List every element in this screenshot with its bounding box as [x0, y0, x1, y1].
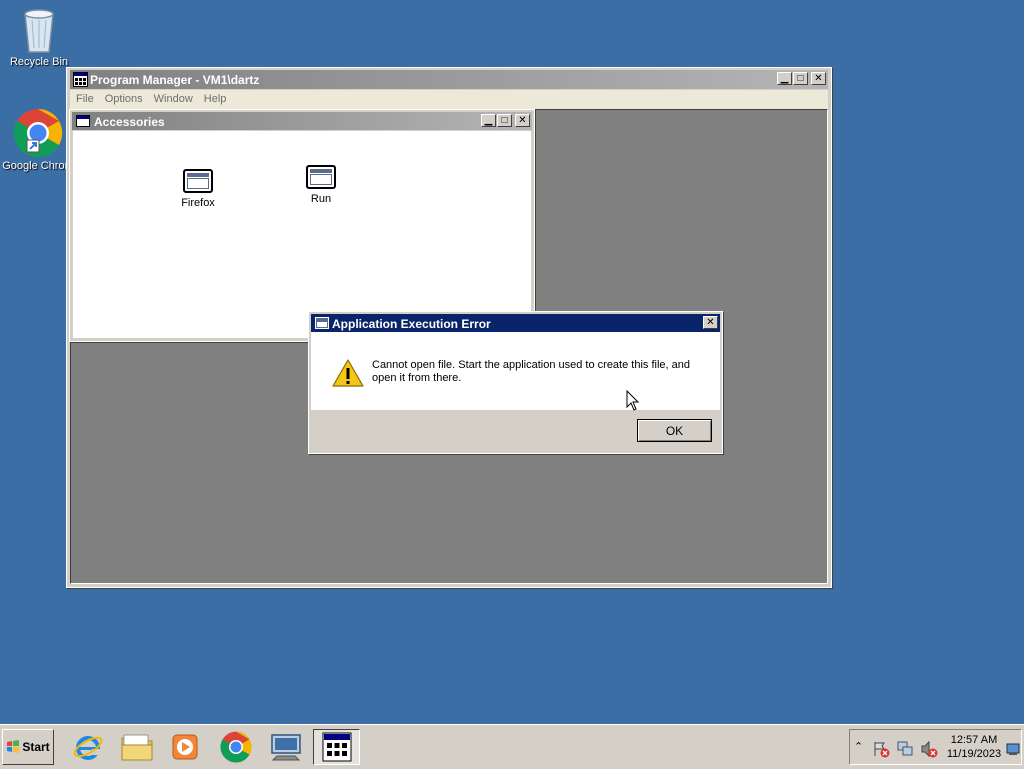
clock-date: 11/19/2023 — [946, 748, 1002, 760]
close-button[interactable]: ✕ — [515, 114, 530, 127]
menu-bar: File Options Window Help — [70, 90, 828, 109]
menu-options[interactable]: Options — [99, 90, 148, 105]
minimize-icon: ▁ — [484, 114, 493, 126]
menu-help[interactable]: Help — [198, 90, 232, 105]
warning-icon — [332, 359, 364, 387]
maximize-icon: □ — [797, 72, 804, 84]
dialog-title-bar[interactable]: Application Execution Error ✕ — [311, 314, 720, 332]
taskbar-chrome[interactable] — [216, 729, 256, 765]
taskbar-remote-desktop[interactable] — [264, 729, 308, 765]
application-window-icon — [306, 165, 336, 189]
application-window-icon — [183, 169, 213, 193]
close-button[interactable]: ✕ — [703, 316, 718, 329]
dialog-body: Cannot open file. Start the application … — [311, 332, 720, 410]
network-icon[interactable] — [896, 740, 914, 758]
mouse-cursor-icon — [626, 390, 640, 411]
action-center-flag-icon[interactable] — [872, 740, 890, 758]
program-manager-icon — [73, 72, 88, 87]
desktop-icon-label: Recycle Bin — [9, 56, 69, 68]
accessories-window: Accessories ▁ □ ✕ Firefox Run — [69, 109, 535, 342]
chrome-icon — [220, 731, 252, 763]
application-execution-error-dialog: Application Execution Error ✕ Cannot ope… — [308, 311, 723, 454]
dialog-title: Application Execution Error — [332, 317, 491, 331]
program-label: Run — [310, 193, 332, 205]
group-window-icon — [76, 115, 90, 127]
maximize-button[interactable]: □ — [793, 72, 808, 85]
clock-time: 12:57 AM — [950, 734, 998, 746]
volume-muted-icon[interactable] — [920, 740, 938, 758]
program-item-run[interactable]: Run — [281, 165, 361, 205]
windows-logo-icon — [7, 740, 20, 753]
maximize-icon: □ — [501, 114, 508, 126]
start-button[interactable]: Start — [2, 729, 54, 765]
clock[interactable]: 12:57 AM 11/19/2023 — [944, 733, 1004, 761]
taskbar-internet-explorer[interactable] — [68, 729, 108, 765]
maximize-button[interactable]: □ — [497, 114, 512, 127]
ok-button[interactable]: OK — [637, 419, 712, 442]
accessories-client-area: Firefox Run — [73, 131, 531, 338]
chrome-icon — [13, 108, 63, 158]
program-label: Firefox — [181, 197, 215, 209]
accessories-title-bar[interactable]: Accessories ▁ □ ✕ — [72, 112, 532, 130]
internet-explorer-icon — [73, 736, 103, 760]
close-icon: ✕ — [518, 114, 527, 126]
menu-window[interactable]: Window — [148, 90, 198, 105]
close-icon: ✕ — [814, 72, 823, 84]
taskbar-file-explorer[interactable] — [117, 729, 157, 765]
file-explorer-icon — [121, 734, 153, 761]
minimize-button[interactable]: ▁ — [777, 72, 792, 85]
desktop-icon-label: Google Chrom — [2, 160, 74, 172]
minimize-button[interactable]: ▁ — [481, 114, 496, 127]
program-manager-icon — [322, 732, 351, 762]
window-title: Program Manager - VM1\dartz — [90, 73, 260, 87]
minimize-icon: ▁ — [780, 72, 789, 84]
program-item-firefox[interactable]: Firefox — [158, 169, 238, 209]
show-desktop-icon[interactable] — [1006, 742, 1020, 756]
taskbar-media-player[interactable] — [165, 729, 205, 765]
show-hidden-icons-icon[interactable]: ⌃ — [854, 740, 863, 753]
desktop-icon-google-chrome[interactable]: Google Chrom — [0, 108, 76, 172]
taskbar: Start ⌃ 12:57 AM 11/19/2023 — [0, 724, 1024, 769]
window-title: Accessories — [94, 115, 165, 129]
dialog-message: Cannot open file. Start the application … — [372, 359, 690, 384]
start-label: Start — [22, 740, 50, 754]
menu-file[interactable]: File — [70, 90, 99, 105]
media-player-icon — [172, 734, 198, 760]
taskbar-program-manager[interactable] — [313, 729, 360, 765]
recycle-bin-icon — [24, 9, 54, 53]
program-manager-title-bar[interactable]: Program Manager - VM1\dartz ▁ □ ✕ — [70, 70, 828, 89]
dialog-window-icon — [315, 317, 329, 329]
close-icon: ✕ — [706, 316, 715, 328]
remote-desktop-icon — [271, 734, 301, 761]
close-button[interactable]: ✕ — [811, 72, 826, 85]
desktop-icon-recycle-bin[interactable]: Recycle Bin — [1, 6, 77, 68]
system-tray: ⌃ 12:57 AM 11/19/2023 — [849, 729, 1022, 765]
